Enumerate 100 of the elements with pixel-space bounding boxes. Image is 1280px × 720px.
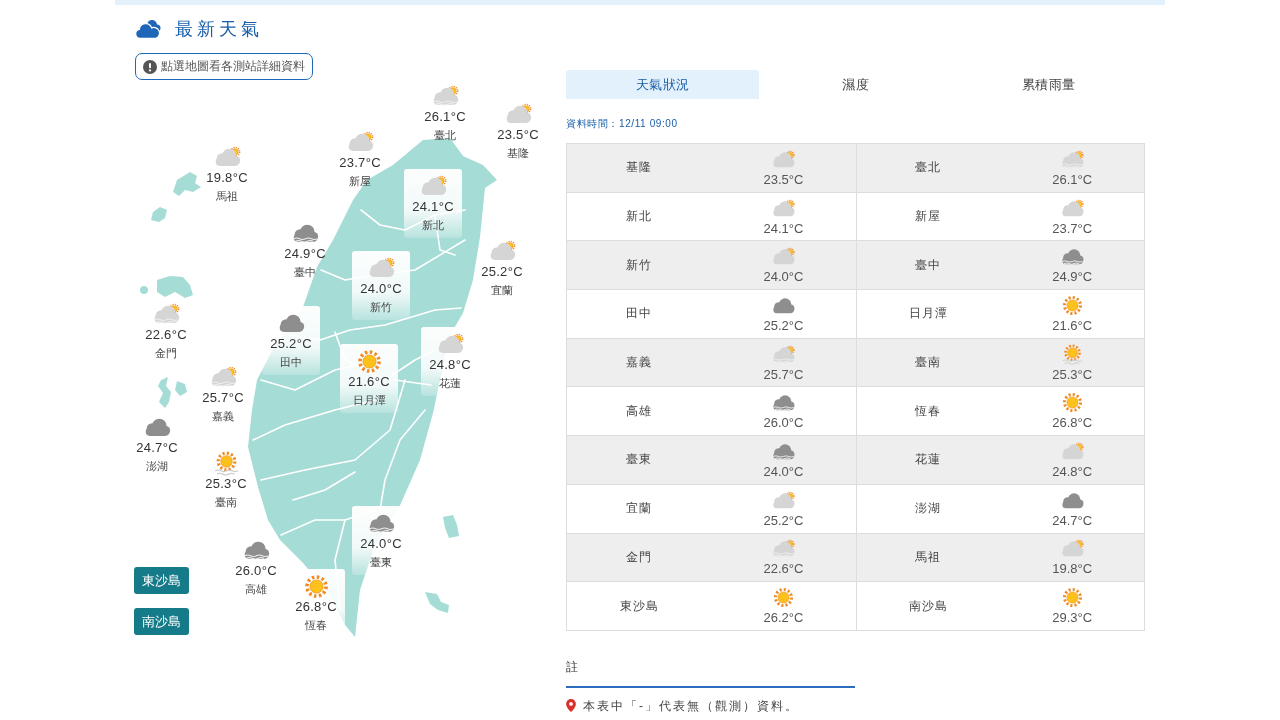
temperature-value: 26.0°C: [235, 563, 277, 579]
temperature-value: 23.5°C: [497, 127, 539, 143]
note-text: 本表中「-」代表無（觀測）資料。: [583, 698, 799, 713]
sun-icon: [356, 348, 382, 374]
sun-cloud-icon: [1059, 198, 1085, 218]
cloud-fog-icon: [1059, 247, 1085, 267]
station-name: 臺東: [626, 451, 653, 469]
station-name: 馬祖: [216, 189, 238, 203]
temperature-value: 24.0°C: [360, 281, 402, 297]
temperature-value: 23.7°C: [1052, 220, 1093, 236]
temperature-value: 25.3°C: [205, 476, 247, 492]
sun-cloud-icon: [770, 198, 796, 218]
temperature-value: 25.2°C: [481, 264, 523, 280]
station-name: 臺南: [915, 354, 942, 372]
info-icon: [143, 59, 157, 74]
pin-icon: [566, 699, 576, 713]
station-name: 新屋: [349, 174, 371, 188]
station-name: 新屋: [915, 208, 942, 226]
sun-icon: [772, 587, 794, 609]
station-name: 東沙島: [619, 597, 659, 615]
station-name: 高雄: [245, 582, 267, 596]
station-name: 高雄: [626, 402, 653, 420]
station-name: 金門: [626, 548, 653, 566]
station-name: 臺南: [215, 495, 237, 509]
temperature-value: 25.2°C: [763, 512, 804, 528]
station-name: 宜蘭: [491, 283, 513, 297]
small-island: [425, 592, 449, 613]
station-name: 恆春: [305, 618, 327, 632]
station-name: 宜蘭: [626, 500, 653, 518]
temperature-value: 26.2°C: [763, 610, 804, 626]
station-name: 臺東: [370, 555, 392, 569]
station-name: 基隆: [626, 159, 653, 177]
sun-icon: [303, 573, 329, 599]
sun-cloud-icon: [770, 490, 796, 510]
temperature-value: 24.8°C: [429, 357, 471, 373]
temperature-value: 25.2°C: [270, 336, 312, 352]
sun-cloud-icon: [1059, 442, 1085, 461]
temperature-value: 22.6°C: [763, 561, 804, 577]
station-name: 馬祖: [915, 548, 942, 566]
temperature-value: 23.7°C: [339, 155, 381, 171]
sun-cloud-fog-icon: [1059, 149, 1085, 169]
station-name: 臺中: [294, 265, 316, 279]
station-name: 花蓮: [915, 451, 942, 469]
sun-icon: [1061, 587, 1083, 609]
temperature-value: 25.2°C: [763, 317, 804, 333]
temperature-value: 26.8°C: [1052, 415, 1093, 431]
station-name: 基隆: [507, 146, 529, 160]
tab[interactable]: 累積雨量: [952, 70, 1145, 99]
small-island: [175, 381, 187, 396]
temperature-value: 21.6°C: [348, 374, 390, 390]
temperature-value: 24.1°C: [763, 220, 804, 236]
note-heading: 註: [566, 659, 578, 674]
small-island: [157, 276, 193, 298]
data-time: 資料時間：12/11 09:00: [566, 118, 678, 130]
station-name: 臺北: [915, 159, 942, 177]
temperature-value: 25.7°C: [763, 366, 804, 382]
sun-cloud-icon: [770, 247, 796, 267]
small-island: [151, 207, 167, 222]
station-name: 澎湖: [915, 500, 942, 518]
cloud-icon: [1059, 490, 1085, 510]
station-name: 田中: [626, 305, 653, 323]
temperature-value: 19.8°C: [1052, 561, 1093, 577]
small-island: [173, 172, 201, 196]
temperature-value: 21.6°C: [1052, 317, 1093, 333]
sun-icon: [1061, 392, 1083, 414]
station-name: 新北: [626, 208, 653, 226]
temperature-value: 26.1°C: [1052, 171, 1093, 187]
temperature-value: 26.0°C: [763, 415, 804, 431]
station-name: 嘉義: [626, 354, 653, 372]
small-island: [443, 515, 459, 538]
temperature-value: 24.7°C: [136, 440, 178, 456]
area-button[interactable]: 東沙島: [134, 567, 189, 594]
cloud-fog-icon: [770, 393, 796, 413]
station-name: 日月潭: [908, 305, 948, 323]
temperature-value: 25.3°C: [1052, 366, 1093, 382]
station-name: 田中: [280, 355, 302, 369]
station-name: 臺中: [915, 256, 942, 274]
tab[interactable]: 濕度: [759, 70, 952, 99]
small-island: [140, 286, 148, 294]
tab[interactable]: 天氣狀況: [566, 70, 759, 99]
sun-cloud-fog-icon: [770, 344, 796, 364]
temperature-value: 24.9°C: [284, 246, 326, 262]
station-name: 嘉義: [212, 409, 234, 423]
map-hint-button[interactable]: 點選地圖看各測站詳細資料: [135, 53, 313, 80]
temperature-value: 22.6°C: [145, 327, 187, 343]
area-button[interactable]: 南沙島: [134, 608, 189, 635]
temperature-value: 24.8°C: [1052, 463, 1093, 479]
sun-cloud-icon: [1059, 539, 1085, 559]
station-name: 金門: [155, 346, 177, 360]
station-name: 澎湖: [146, 459, 168, 473]
station-name: 新竹: [370, 300, 392, 314]
sun-cloud-icon: [770, 149, 796, 169]
station-name: 新北: [422, 218, 444, 232]
temperature-value: 19.8°C: [206, 170, 248, 186]
temperature-value: 24.0°C: [763, 269, 804, 285]
sun-icon: [1061, 294, 1083, 316]
sun-cloud-fog-icon: [770, 539, 796, 559]
sun-fog-icon: [213, 450, 239, 476]
temperature-value: 24.9°C: [1052, 269, 1093, 285]
page-title: 最新天氣: [175, 18, 263, 41]
